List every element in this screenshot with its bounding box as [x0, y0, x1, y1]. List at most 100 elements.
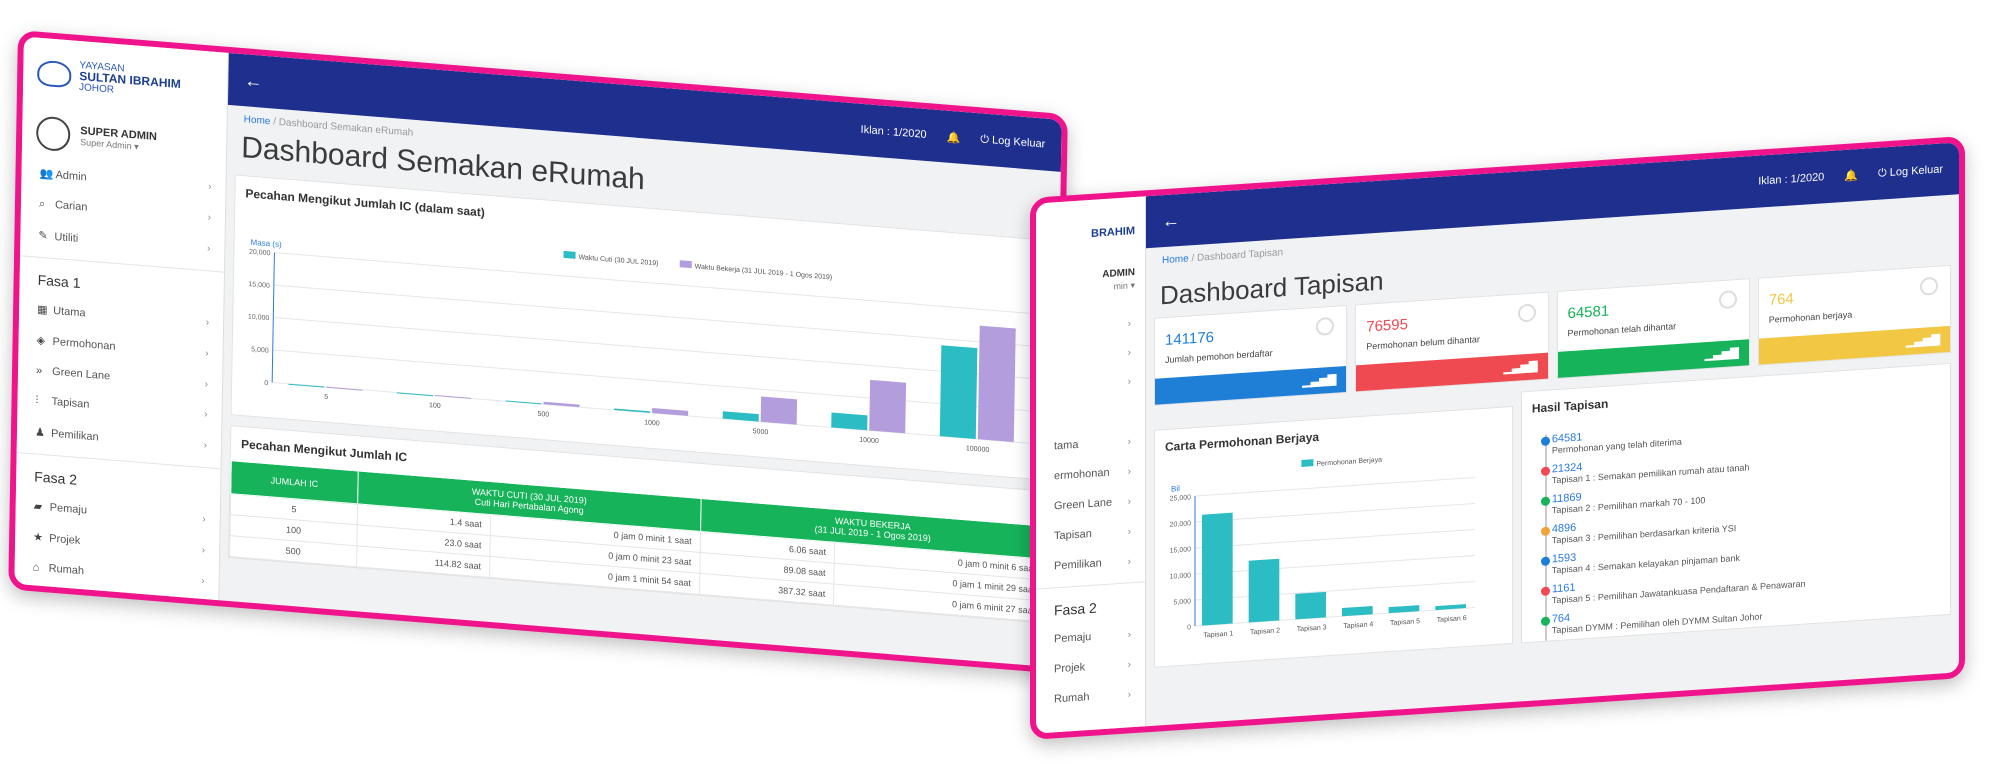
sidebar-item-partial[interactable]: Pemilikan ›: [1036, 545, 1145, 582]
bar[interactable]: [505, 400, 542, 405]
iklan-label: Iklan : 1/2020: [1758, 171, 1825, 188]
logout-link[interactable]: ⏻ Log Keluar: [1878, 163, 1943, 180]
bar[interactable]: [1248, 558, 1280, 623]
bar[interactable]: [831, 412, 868, 431]
chevron-right-icon: ›: [204, 378, 209, 390]
chevron-right-icon: ›: [203, 439, 208, 452]
search-icon: ⌕: [38, 197, 46, 211]
chevron-right-icon: ›: [1127, 688, 1131, 701]
sidebar-item-label: Admin: [55, 169, 87, 184]
grid-line: [1195, 476, 1475, 497]
sidebar-item-body: ♟ Pemilikan: [35, 425, 99, 443]
y-axis-label: Masa (s): [251, 238, 283, 250]
legend-label: Waktu Cuti (30 JUL 2019): [578, 254, 658, 267]
sidebar-item-partial[interactable]: ›: [1036, 366, 1145, 402]
bar[interactable]: [1295, 591, 1326, 620]
users-icon: 👥: [39, 167, 54, 181]
x-tick-label: Tapisan 1: [1203, 630, 1233, 639]
sidebar-item-label: Pemilikan: [50, 427, 99, 444]
chevron-right-icon: ›: [201, 544, 206, 557]
bar[interactable]: [543, 401, 580, 408]
logo-fragment: BRAHIM: [1091, 225, 1135, 240]
bar[interactable]: [1202, 512, 1233, 626]
y-tick-label: 20,000: [1170, 520, 1191, 528]
carta-panel: Carta Permohonan Berjaya Bil 25,000 20,000…: [1154, 405, 1513, 668]
nav-fasa-1-partial: tama › ermohonan › Green Lane › Tapisan › Pemili…: [1036, 425, 1145, 582]
nav-top-partial: › › ›: [1036, 308, 1145, 402]
bar[interactable]: [722, 411, 759, 422]
sidebar-item-label: Pemilikan: [1054, 557, 1102, 573]
grid-line: [1195, 580, 1475, 601]
bar[interactable]: [760, 396, 798, 425]
briefcase-icon: ▰: [33, 500, 43, 514]
sidebar-item-body: ⌕ Carian: [39, 198, 88, 215]
sidebar-item-label: Pemaju: [1054, 630, 1092, 646]
sidebar-item-body: ⫶ Tapisan: [35, 394, 89, 411]
bar[interactable]: [434, 394, 472, 399]
bar[interactable]: [977, 325, 1016, 443]
logout-label: Log Keluar: [1889, 162, 1943, 179]
back-arrow-icon[interactable]: ←: [1162, 210, 1180, 232]
chevron-right-icon: ›: [205, 317, 210, 329]
y-tick-label: 25,000: [1170, 494, 1191, 502]
bell-icon[interactable]: 🔔: [1844, 169, 1858, 183]
sidebar-item-partial[interactable]: Rumah ›: [1036, 678, 1145, 715]
x-tick-label: 10000: [859, 437, 879, 446]
breadcrumb-home[interactable]: Home: [1162, 253, 1189, 266]
sidebar-item-body: ✎ Utiliti: [38, 229, 78, 245]
sidebar-item-label: Carian: [54, 199, 88, 214]
sidebar-item-label: Tapisan: [51, 395, 90, 411]
bar[interactable]: [326, 386, 363, 391]
timeline-dot: [1540, 586, 1550, 597]
sidebar-item-label: Projek: [49, 532, 81, 548]
stat-card[interactable]: 76595 Permohonan belum dihantar ▁▃▅▇: [1355, 291, 1549, 393]
stat-card[interactable]: 141176 Jumlah pemohon berdaftar ▁▃▅▇: [1154, 304, 1348, 406]
x-tick-label: Tapisan 4: [1343, 621, 1373, 630]
grid-line: [1195, 606, 1475, 627]
chart-permohonan-berjaya: Bil25,000 20,000 15,000 10,000 5,000 0 Permoho…: [1170, 457, 1475, 639]
legend-swatch: [563, 250, 576, 259]
logout-link[interactable]: ⏻ Log Keluar: [980, 133, 1045, 151]
grid-line: [1195, 554, 1475, 575]
hasil-timeline: 64581 Permohonan yang telah diterima 21324…: [1522, 398, 1950, 642]
bar[interactable]: [1388, 605, 1420, 614]
bar[interactable]: [288, 383, 325, 388]
bell-icon[interactable]: 🔔: [946, 130, 960, 144]
grid-icon: ▦: [37, 303, 48, 317]
screenshot-tapisan: BRAHIM ADMIN min ▾ › › › tama › ermohonan › Gr…: [1030, 135, 1965, 741]
sidebar-item-body: » Green Lane: [36, 365, 110, 383]
chevron-right-icon: ›: [1127, 435, 1131, 448]
power-icon: ⏻: [980, 132, 990, 146]
filter-icon: ⫶: [35, 394, 39, 407]
bar[interactable]: [939, 345, 978, 440]
star-icon: ★: [33, 531, 44, 545]
stat-card[interactable]: 764 Permohonan berjaya ▁▃▅▇: [1757, 264, 1951, 366]
grid-line: [1195, 502, 1475, 523]
x-tick-label: Tapisan 6: [1437, 615, 1467, 624]
user-role-fragment-text: min: [1113, 280, 1128, 292]
sidebar-item-label: tama: [1054, 438, 1079, 453]
chevron-right-icon: ›: [1127, 318, 1131, 330]
x-tick-label: Tapisan 2: [1250, 627, 1280, 636]
sidebar-partial: BRAHIM ADMIN min ▾ › › › tama › ermohonan › Gr…: [1036, 196, 1146, 734]
chevron-right-icon: ›: [205, 348, 209, 360]
breadcrumb-home[interactable]: Home: [244, 114, 271, 127]
chevron-right-icon: ›: [1127, 465, 1131, 478]
sidebar-item-body: 👥 Admin: [39, 167, 86, 184]
back-arrow-icon[interactable]: ←: [244, 70, 262, 92]
sidebar-item-body: ◈ Permohonan: [36, 334, 115, 353]
logo-line-3: JOHOR: [78, 81, 115, 96]
person-icon: ♟: [34, 426, 45, 440]
y-tick-label: 15,000: [248, 281, 270, 290]
chevron-right-icon: ›: [1127, 628, 1131, 641]
bar[interactable]: [396, 392, 434, 397]
bar[interactable]: [869, 379, 907, 434]
sidebar-item-label: Green Lane: [51, 365, 111, 383]
power-icon: ⏻: [1878, 166, 1887, 180]
sidebar: YAYASAN SULTAN IBRAHIM JOHOR SUPER ADMIN S…: [14, 36, 229, 601]
sidebar-item-label: Projek: [1054, 661, 1086, 676]
sidebar-item-label: ermohonan: [1054, 466, 1110, 483]
legend-label: Permohonan Berjaya: [1316, 457, 1382, 468]
stat-card[interactable]: 64581 Permohonan telah dihantar ▁▃▅▇: [1556, 278, 1750, 380]
timeline-dot: [1540, 526, 1550, 537]
